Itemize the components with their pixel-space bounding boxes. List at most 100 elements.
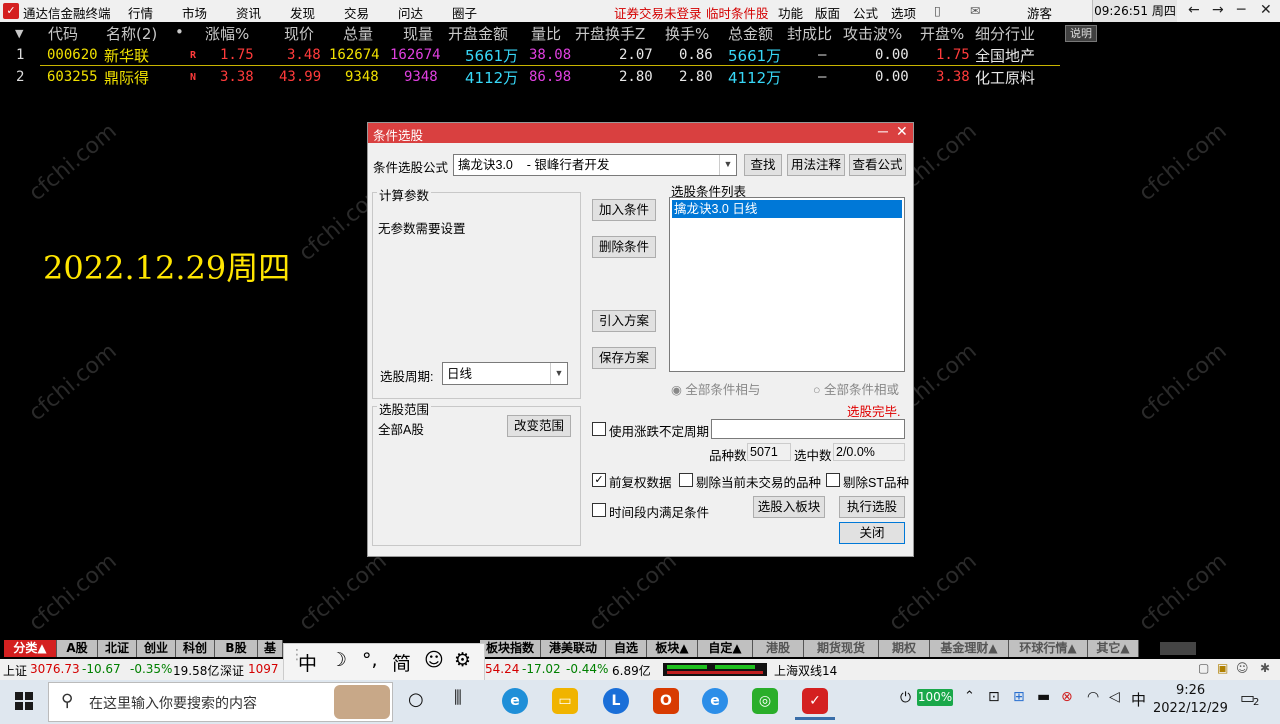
menu-dropdown-icon[interactable]: ▼ (15, 27, 23, 40)
tab-funds[interactable]: 基金理财▲ (930, 640, 1009, 657)
ime-indicator[interactable]: 中 (1131, 689, 1146, 710)
taskbar-date[interactable]: 2022/12/29 (1153, 701, 1228, 716)
ie-icon[interactable]: e (702, 688, 728, 714)
menu-news[interactable]: 资讯 (236, 3, 261, 22)
lock-icon[interactable]: ▣ (1217, 661, 1228, 675)
col-current-vol[interactable]: 现量 (403, 23, 433, 44)
tab-hk-us[interactable]: 港美联动 (541, 640, 606, 657)
tab-b-share[interactable]: B股 (215, 640, 258, 657)
taskbar-time[interactable]: 9:26 (1176, 683, 1205, 698)
period-select[interactable]: 日线 ▼ (442, 362, 568, 385)
tab-custom[interactable]: 自定▲ (698, 640, 753, 657)
ime-moon-icon[interactable]: ☽ (330, 649, 347, 671)
uncertain-period-input[interactable] (711, 419, 905, 439)
menu-options[interactable]: 选项 (891, 3, 916, 22)
tab-watchlist[interactable]: 自选 (606, 640, 647, 657)
col-open-pct[interactable]: 开盘% (920, 23, 964, 44)
period-cond-checkbox[interactable] (592, 503, 606, 517)
fq-checkbox[interactable]: ✓ (592, 473, 606, 487)
radio-and[interactable]: ◉ 全部条件相与 (671, 379, 760, 398)
menu-ask[interactable]: 问达 (398, 3, 423, 22)
tab-sector-index[interactable]: 板块指数 (480, 640, 541, 657)
file-explorer-icon[interactable]: ▭ (552, 688, 578, 714)
menu-circle[interactable]: 圈子 (452, 3, 477, 22)
mail-icon[interactable]: ✉ (970, 3, 980, 18)
col-dot[interactable]: • (175, 23, 184, 41)
close-button[interactable]: 关闭 (839, 522, 905, 544)
taskbar-search-box[interactable]: ⚲ 在这里输入你要搜索的内容 (48, 682, 393, 722)
usage-button[interactable]: 用法注释 (787, 154, 845, 176)
list-item[interactable]: 擒龙诀3.0 日线 (672, 200, 902, 218)
tray-icon-3[interactable]: ▬ (1037, 689, 1050, 705)
tab-bse[interactable]: 北证 (98, 640, 137, 657)
add-condition-button[interactable]: 加入条件 (592, 199, 656, 221)
battery-indicator[interactable]: 100% (917, 689, 953, 706)
wifi-icon[interactable]: ◠ (1087, 689, 1099, 705)
menu-trade[interactable]: 交易 (344, 3, 369, 22)
menu-formula[interactable]: 公式 (853, 3, 878, 22)
tab-chinext[interactable]: 创业 (137, 640, 176, 657)
temp-condition-label[interactable]: 临时条件股 (706, 3, 769, 22)
dialog-title-bar[interactable]: 条件选股 ─ ✕ (368, 123, 913, 143)
trade-login-warning[interactable]: 证券交易未登录 (614, 3, 702, 22)
col-amount[interactable]: 总金额 (728, 23, 773, 44)
settings-icon[interactable]: ✱ (1260, 661, 1270, 675)
task-view-icon[interactable]: ○ (408, 689, 424, 710)
col-turnover[interactable]: 换手% (665, 23, 709, 44)
find-button[interactable]: 查找 (744, 154, 782, 176)
col-open-amount[interactable]: 开盘金额 (448, 23, 508, 44)
col-industry[interactable]: 细分行业 (975, 23, 1035, 44)
tab-fund[interactable]: 基 (258, 640, 283, 657)
col-name[interactable]: 名称(2) (106, 23, 157, 44)
chevron-down-icon[interactable]: ▼ (719, 155, 736, 175)
view-formula-button[interactable]: 查看公式 (849, 154, 906, 176)
col-code[interactable]: 代码 (48, 23, 78, 44)
col-attack[interactable]: 攻击波% (843, 23, 902, 44)
execute-button[interactable]: 执行选股 (839, 496, 905, 518)
tray-up-icon[interactable]: ⌃ (964, 689, 975, 704)
tab-star[interactable]: 科创 (176, 640, 215, 657)
ime-settings-icon[interactable]: ⚙ (454, 649, 471, 671)
stock-name[interactable]: 新华联 (104, 45, 149, 66)
person-icon[interactable]: ☺ (1236, 661, 1249, 675)
close-app-icon[interactable]: ✕ (1260, 2, 1272, 18)
ime-punct-icon[interactable]: °, (362, 649, 378, 671)
import-plan-button[interactable]: 引入方案 (592, 310, 656, 332)
wechat-icon[interactable]: ◎ (752, 688, 778, 714)
dialog-minimize-icon[interactable]: ─ (878, 123, 888, 139)
tab-global[interactable]: 环球行情▲ (1009, 640, 1088, 657)
notrade-checkbox[interactable] (679, 473, 693, 487)
tab-a-share[interactable]: A股 (57, 640, 98, 657)
windows-start-icon[interactable] (15, 692, 33, 710)
col-volume[interactable]: 总量 (343, 23, 373, 44)
tray-icon-4[interactable]: ⊗ (1061, 689, 1073, 705)
save-plan-button[interactable]: 保存方案 (592, 347, 656, 369)
ime-emoji-icon[interactable]: ☺ (424, 649, 444, 671)
formula-select[interactable]: 擒龙诀3.0 - 银峰行者开发 ▼ (453, 154, 737, 176)
stock-name[interactable]: 鼎际得 (104, 67, 149, 88)
col-change[interactable]: 涨幅% (205, 23, 249, 44)
tab-futures[interactable]: 期货现货 (804, 640, 879, 657)
col-seal-ratio[interactable]: 封成比 (787, 23, 832, 44)
col-open-turnover[interactable]: 开盘换手Z (575, 23, 645, 44)
change-range-button[interactable]: 改变范围 (507, 415, 571, 437)
menu-function[interactable]: 功能 (778, 3, 803, 22)
back-icon[interactable]: ← (1188, 2, 1200, 18)
widgets-icon[interactable]: ⫼ (454, 688, 462, 708)
tab-sector[interactable]: 板块▲ (647, 640, 698, 657)
edge-icon[interactable]: e (502, 688, 528, 714)
st-checkbox[interactable] (826, 473, 840, 487)
office-icon[interactable]: O (653, 688, 679, 714)
tab-scrollbar[interactable] (1160, 642, 1196, 655)
ime-simplified-icon[interactable]: 简 (392, 649, 411, 676)
plug-icon[interactable]: ⏻ (900, 690, 911, 706)
square-icon[interactable]: ▢ (1198, 661, 1209, 675)
tab-options[interactable]: 期权 (879, 640, 930, 657)
stock-code[interactable]: 603255 (47, 69, 98, 85)
col-price[interactable]: 现价 (284, 23, 314, 44)
menu-discover[interactable]: 发现 (290, 3, 315, 22)
to-block-button[interactable]: 选股入板块 (753, 496, 825, 518)
tab-category[interactable]: 分类▲ (4, 640, 57, 657)
user-label[interactable]: 游客 (1027, 3, 1052, 22)
radio-or[interactable]: ○ 全部条件相或 (813, 379, 899, 398)
